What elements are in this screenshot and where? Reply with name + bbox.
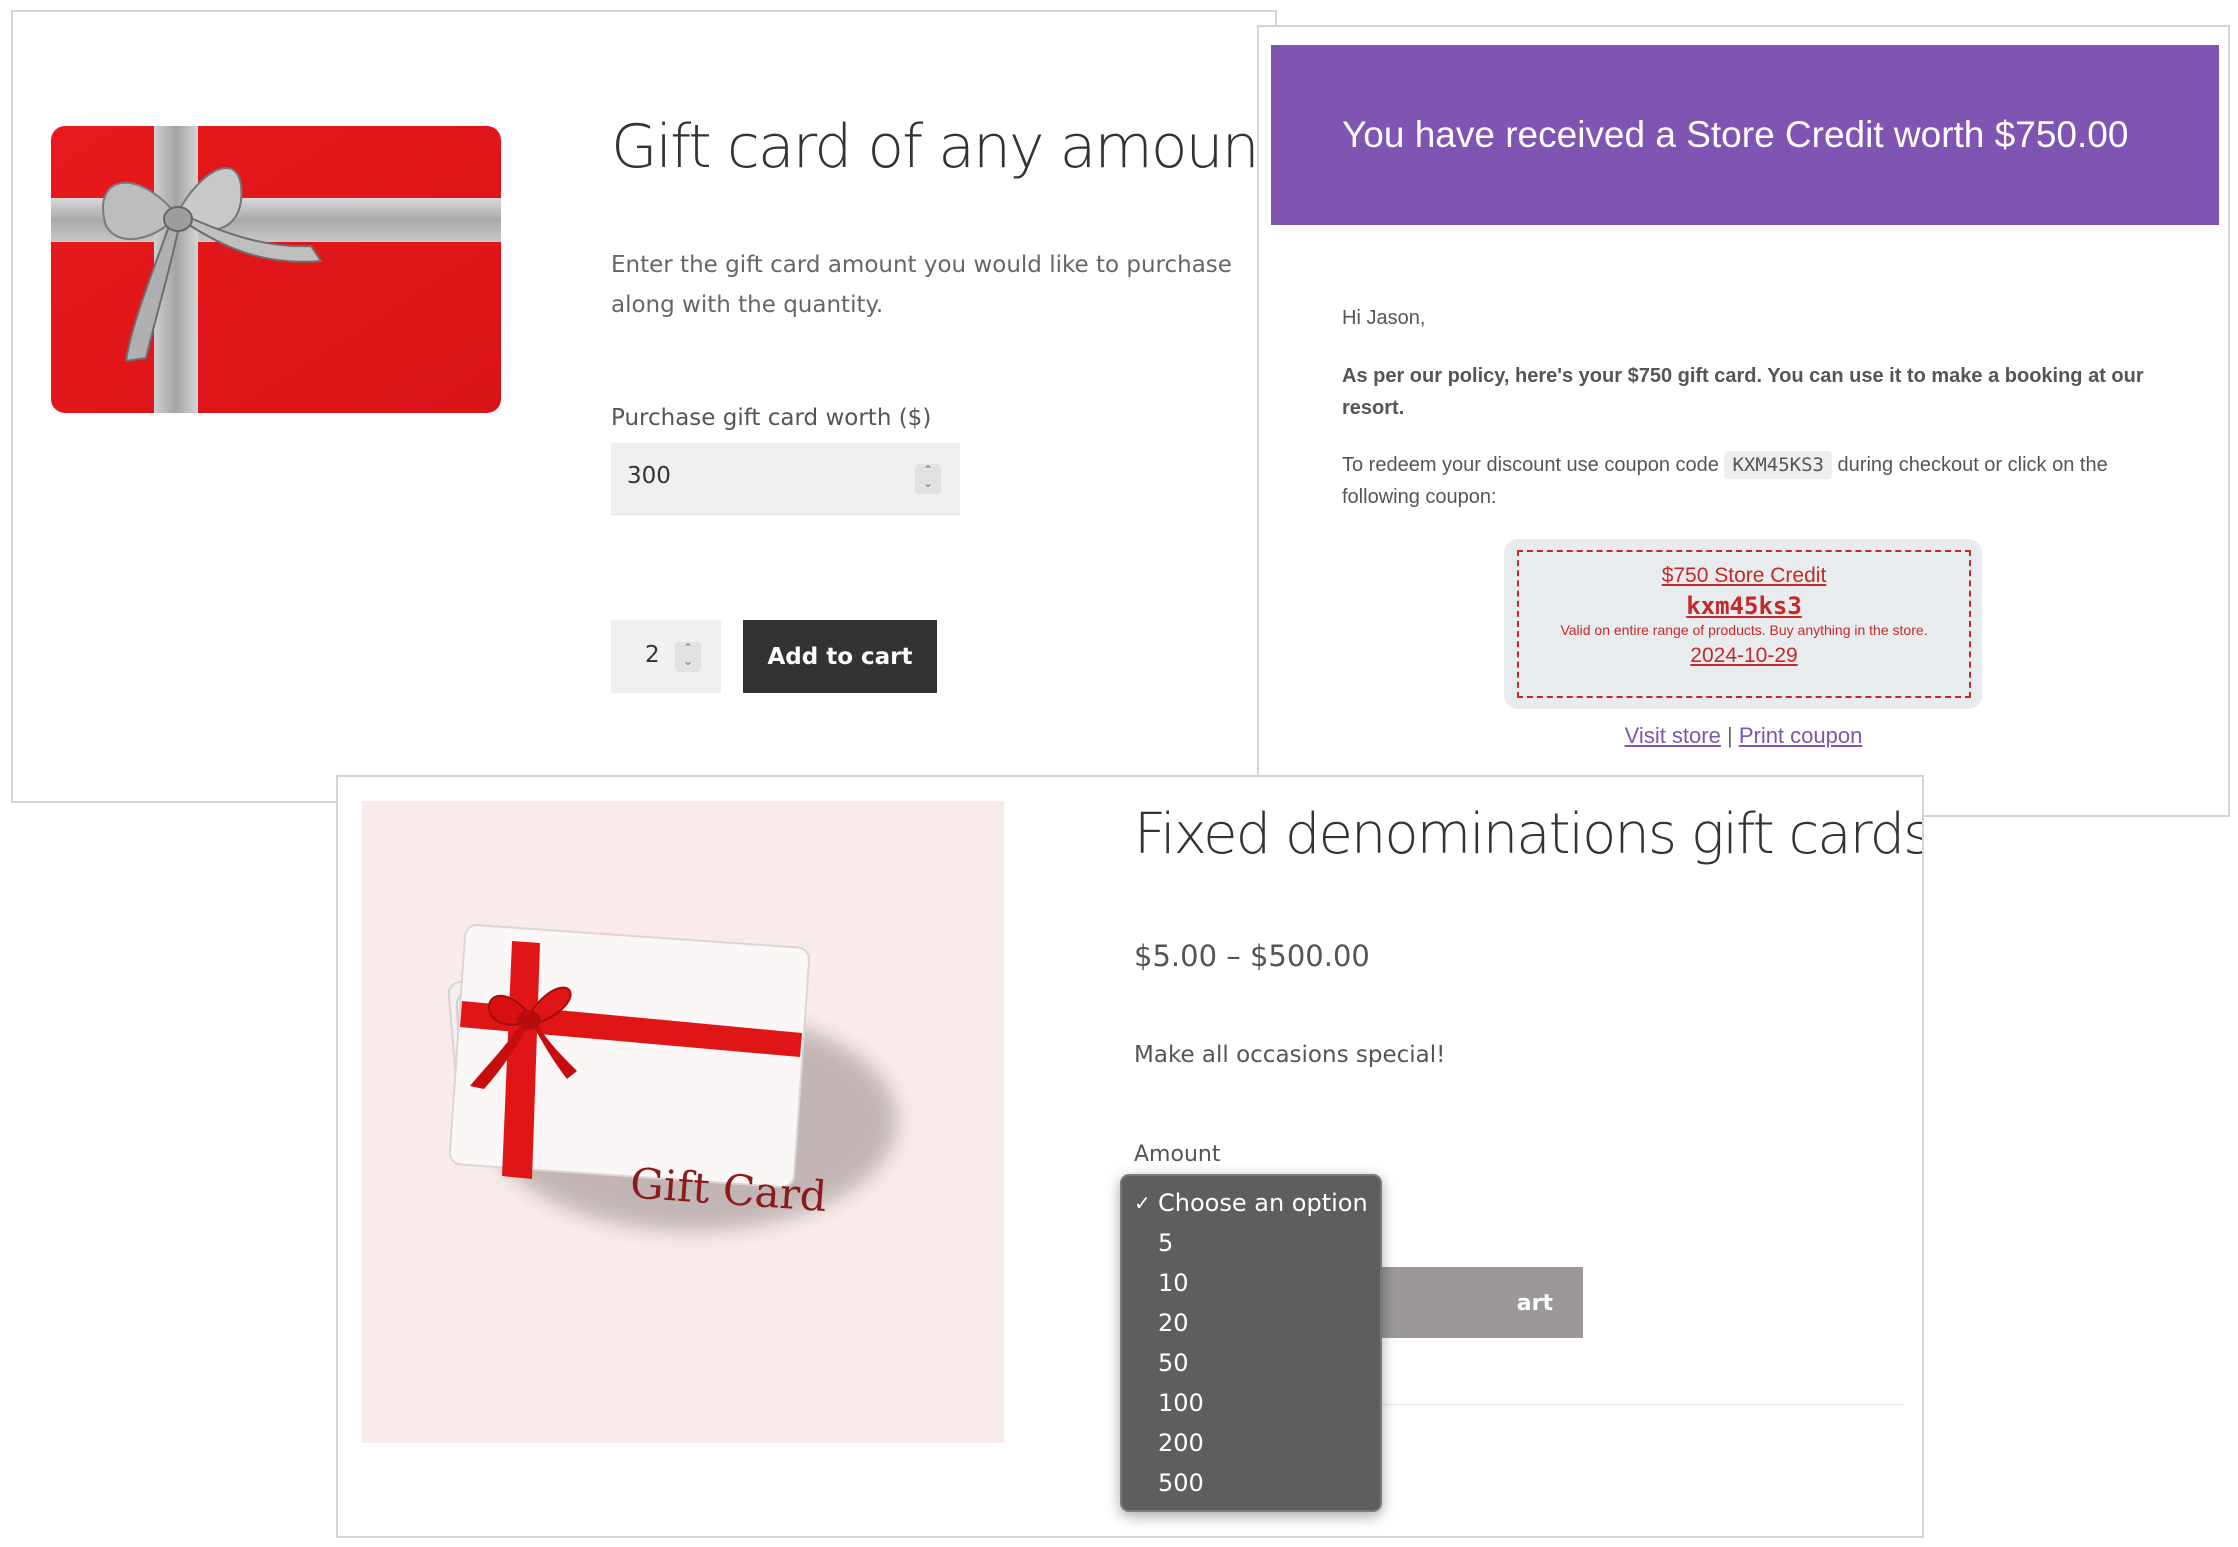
quantity-value: 2 [645,642,660,668]
dropdown-option[interactable]: 50 [1122,1343,1380,1383]
amount-label: Purchase gift card worth ($) [611,405,932,431]
product-short-description: Make all occasions special! [1134,1042,1446,1068]
dropdown-option-selected[interactable]: ✓ Choose an option [1122,1183,1380,1223]
email-links: Visit store | Print coupon [1259,723,2228,749]
link-separator: | [1726,723,1733,748]
gift-card-illustration: Gift Card [447,924,897,1231]
coupon-expiry[interactable]: 2024-10-29 [1519,644,1969,668]
visit-store-link[interactable]: Visit store [1625,723,1721,748]
coupon-description: Valid on entire range of products. Buy a… [1560,622,1928,638]
gift-card-amount-input[interactable]: 300 ⌃ ⌄ [611,443,960,515]
stepper-arrows-icon[interactable]: ⌃ ⌄ [675,642,701,672]
gift-card-product-image: Gift Card [362,801,1004,1443]
stepper-arrows-icon[interactable]: ⌃ ⌄ [915,464,941,494]
dropdown-option[interactable]: 20 [1122,1303,1380,1343]
page-title: Gift card of any amount [611,112,1277,182]
print-coupon-link[interactable]: Print coupon [1739,723,1863,748]
option-label: Choose an option [1158,1189,1368,1217]
email-redeem-text: To redeem your discount use coupon code … [1342,449,2162,513]
coupon-title[interactable]: $750 Store Credit [1519,564,1969,588]
store-credit-email-panel: You have received a Store Credit worth $… [1257,25,2230,817]
dropdown-option[interactable]: 200 [1122,1423,1380,1463]
coupon-code-inline: KXM45KS3 [1724,451,1832,479]
quantity-stepper[interactable]: 2 ⌃ ⌄ [611,620,721,693]
dropdown-option[interactable]: 500 [1122,1463,1380,1503]
coupon-code[interactable]: kxm45ks3 [1519,592,1969,620]
email-policy-text: As per our policy, here's your $750 gift… [1342,365,2144,419]
email-banner: You have received a Store Credit worth $… [1271,45,2219,225]
product-description: Enter the gift card amount you would lik… [611,252,1232,318]
amount-dropdown-menu[interactable]: ✓ Choose an option 5 10 20 50 100 200 50… [1120,1174,1382,1512]
dropdown-option[interactable]: 100 [1122,1383,1380,1423]
amount-label: Amount [1134,1142,1221,1167]
dropdown-option[interactable]: 5 [1122,1223,1380,1263]
fixed-denominations-panel: Gift Card Fixed denominations gift cards… [336,775,1924,1538]
product-title: Fixed denominations gift cards [1134,802,1924,867]
checkmark-icon: ✓ [1134,1191,1151,1215]
coupon-border: $750 Store Credit kxm45ks3 Valid on enti… [1517,550,1971,698]
amount-value: 300 [627,463,671,489]
price-range: $5.00 – $500.00 [1134,939,1370,973]
email-greeting: Hi Jason, [1342,307,1426,329]
dropdown-option[interactable]: 10 [1122,1263,1380,1303]
red-gift-card-image [51,126,501,413]
gift-card-any-amount-panel: Gift card of any amount Enter the gift c… [11,10,1277,803]
coupon-card[interactable]: $750 Store Credit kxm45ks3 Valid on enti… [1504,539,1982,709]
add-to-cart-button[interactable]: Add to cart [743,620,937,693]
add-to-cart-button[interactable]: art [1378,1267,1583,1338]
redeem-text-before: To redeem your discount use coupon code [1342,454,1719,476]
